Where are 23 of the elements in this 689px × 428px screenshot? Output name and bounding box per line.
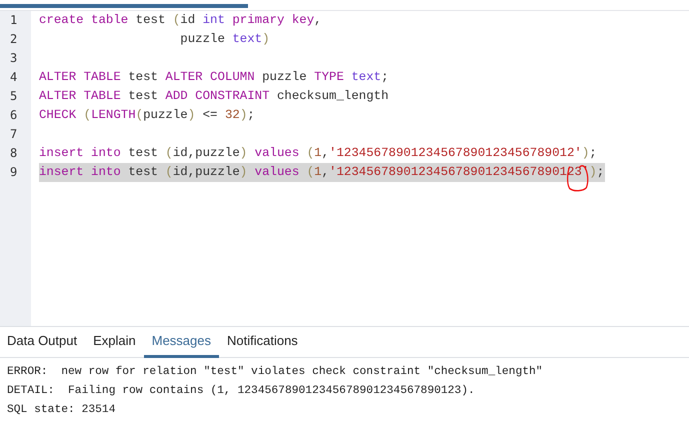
line-number: 7 (9, 126, 18, 143)
line-number: 3 (9, 50, 18, 67)
code-line: ALTER TABLE test ADD CONSTRAINT checksum_length (39, 88, 390, 105)
line-number: 4 (9, 69, 18, 86)
code-line: create table test (id int primary key, (39, 12, 323, 29)
line-number: 1 (9, 12, 18, 29)
code-line: ALTER TABLE test ALTER COLUMN puzzle TYPE text; (39, 69, 390, 86)
line-number: 9 (9, 164, 18, 181)
output-tab[interactable]: Messages (144, 333, 219, 358)
message-line: SQL state: 23514 (7, 403, 116, 418)
message-line: DETAIL: Failing row contains (1, 123456789012345678901234567890123). (7, 384, 476, 399)
code-editor[interactable] (0, 11, 689, 327)
message-line: ERROR: new row for relation "test" violates check constraint "checksum_length" (7, 364, 544, 380)
code-line: puzzle text) (179, 31, 271, 48)
line-number: 2 (9, 31, 18, 48)
line-number: 5 (9, 88, 18, 105)
code-line: CHECK (LENGTH(puzzle) <= 32); (39, 107, 256, 124)
output-tab[interactable]: Data Output (0, 333, 86, 358)
output-tab[interactable]: Notifications (219, 333, 306, 358)
line-number: 6 (9, 107, 18, 124)
code-line: insert into test (id,puzzle) values (1,'12345678901234567890123456789012'); (39, 145, 598, 162)
line-number: 8 (9, 145, 18, 162)
output-tab[interactable]: Explain (85, 333, 144, 358)
